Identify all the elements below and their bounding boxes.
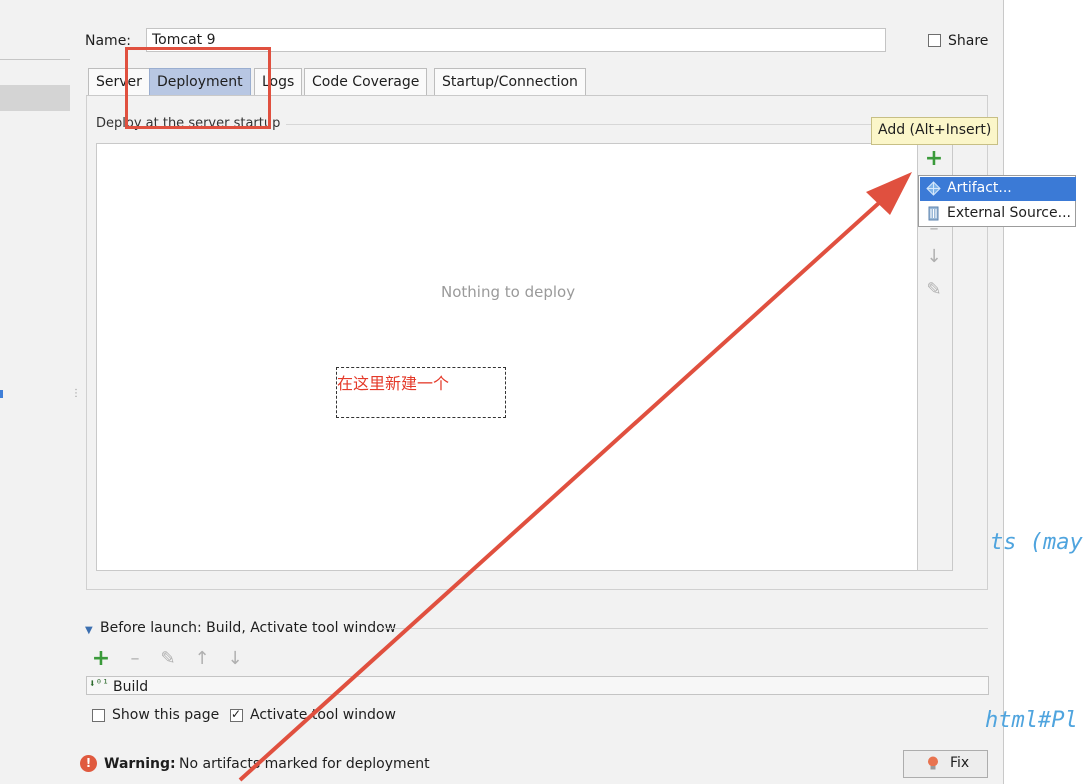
fix-button-label: Fix	[950, 755, 970, 771]
edit-pencil-icon[interactable]: ✎	[924, 279, 944, 300]
empty-list-text: Nothing to deploy	[441, 283, 576, 301]
before-launch-label[interactable]: Before launch: Build, Activate tool wind…	[100, 620, 396, 636]
tree-divider	[0, 59, 70, 60]
add-tooltip: Add (Alt+Insert)	[871, 117, 999, 145]
lightbulb-icon	[928, 756, 938, 770]
popup-item-label: Artifact...	[947, 180, 1012, 196]
before-launch-list[interactable]	[86, 676, 989, 695]
deployment-list[interactable]	[96, 143, 918, 571]
splitter-grip-icon: ⋮	[71, 388, 81, 399]
popup-item-label: External Source...	[947, 205, 1071, 221]
background-editor	[1003, 0, 1084, 784]
warning-icon: !	[80, 755, 97, 772]
before-launch-remove-icon[interactable]: –	[124, 648, 146, 669]
before-launch-down-icon[interactable]: ↓	[224, 648, 246, 669]
activate-tool-window-label[interactable]: Activate tool window	[250, 707, 396, 723]
background-code-fragment: html#Pl	[985, 708, 1078, 733]
background-code-fragment: ts (may	[990, 530, 1083, 555]
run-config-tree-panel	[0, 0, 70, 784]
before-launch-edit-icon[interactable]: ✎	[157, 648, 179, 669]
before-launch-add-icon[interactable]: +	[90, 646, 112, 671]
tab-startup-connection[interactable]: Startup/Connection	[434, 68, 586, 96]
add-popup-menu: Artifact... External Source...	[918, 175, 1076, 227]
artifact-icon	[926, 181, 941, 196]
build-icon: ⬇⁰¹	[89, 677, 109, 690]
share-label[interactable]: Share	[948, 33, 988, 49]
panel-splitter[interactable]: ⋮	[70, 0, 82, 784]
activate-tool-window-checkbox[interactable]	[230, 707, 243, 722]
show-page-label[interactable]: Show this page	[112, 707, 219, 723]
tab-code-coverage[interactable]: Code Coverage	[304, 68, 428, 96]
plus-icon[interactable]: +	[924, 146, 944, 171]
fix-button[interactable]: Fix	[903, 750, 988, 778]
share-checkbox[interactable]	[928, 34, 941, 47]
popup-item-external-source[interactable]: External Source...	[920, 202, 1076, 226]
before-launch-separator	[382, 628, 988, 629]
tab-label: Startup/Connection	[442, 74, 578, 90]
tree-scroll-marker	[0, 390, 3, 398]
annotation-highlight-rect	[125, 47, 271, 129]
dialog-edge	[1003, 0, 1004, 784]
external-source-icon	[928, 206, 939, 221]
warning-message: No artifacts marked for deployment	[179, 756, 430, 772]
collapse-triangle-icon[interactable]: ▼	[85, 625, 93, 636]
tree-selected-row[interactable]	[0, 85, 70, 111]
show-page-checkbox[interactable]	[92, 709, 105, 722]
popup-item-artifact[interactable]: Artifact...	[920, 177, 1076, 201]
tab-label: Code Coverage	[312, 74, 420, 90]
before-launch-item-build[interactable]: Build	[113, 679, 148, 695]
annotation-text: 在这里新建一个	[337, 374, 450, 393]
before-launch-up-icon[interactable]: ↑	[191, 648, 213, 669]
move-down-icon[interactable]: ↓	[924, 246, 944, 267]
warning-prefix: Warning:	[104, 756, 176, 772]
